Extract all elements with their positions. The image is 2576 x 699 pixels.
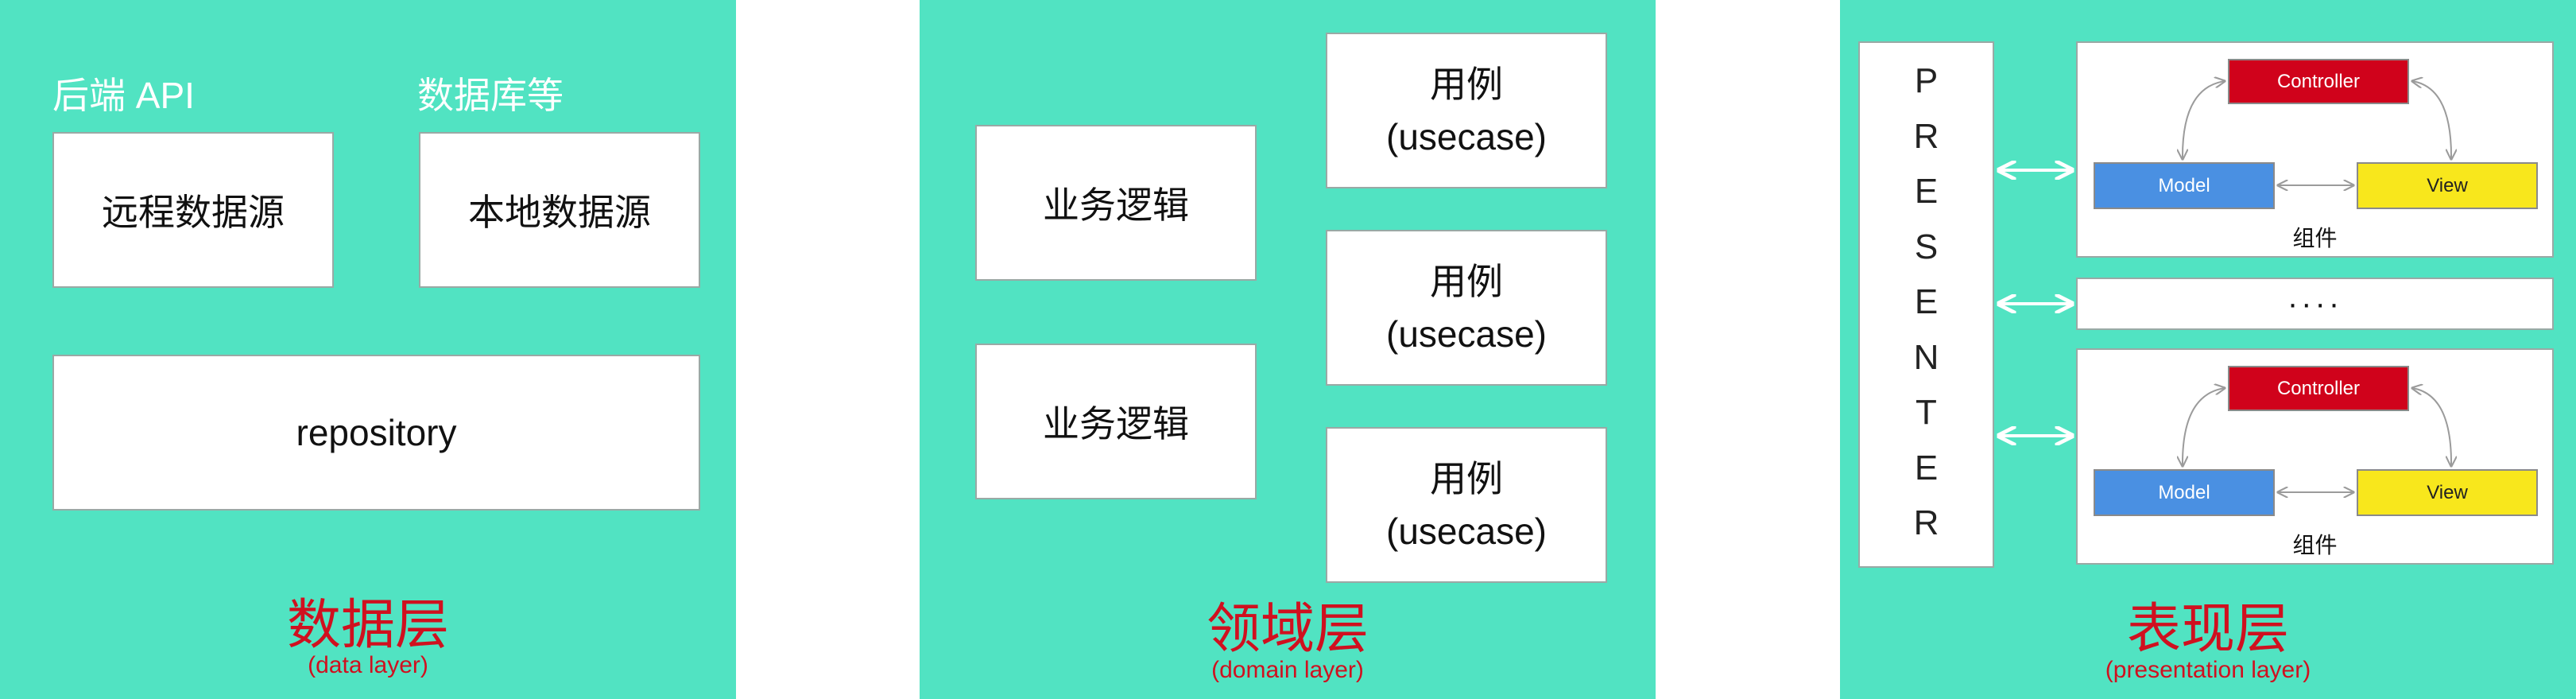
domain-layer-title: 领域层	[1206, 599, 1369, 659]
presentation-layer-subtitle: (presentation layer)	[2105, 657, 2311, 683]
domain-layer-panel: 业务逻辑 业务逻辑 用例 (usecase) 用例 (usecase) 用例 (…	[920, 0, 1656, 699]
local-source-label: 数据库等	[417, 75, 564, 116]
business-logic-box: 业务逻辑	[975, 125, 1257, 281]
presentation-layer-title: 表现层	[2126, 599, 2289, 659]
usecase-box: 用例 (usecase)	[1326, 427, 1607, 583]
data-layer-subtitle: (data layer)	[308, 652, 428, 678]
usecase-title: 用例	[1430, 64, 1503, 105]
local-data-source-text: 本地数据源	[468, 192, 651, 233]
remote-source-label: 后端 API	[52, 75, 195, 116]
usecase-box: 用例 (usecase)	[1326, 33, 1607, 188]
controller-model-arrow	[2183, 388, 2225, 466]
business-logic-box: 业务逻辑	[975, 344, 1257, 499]
usecase-subtitle: (usecase)	[1386, 313, 1547, 355]
usecase-title: 用例	[1430, 458, 1503, 499]
controller-view-arrow	[2412, 388, 2451, 466]
business-logic-text: 业务逻辑	[1043, 403, 1189, 445]
data-layer-panel: 后端 API 数据库等 远程数据源 本地数据源 repository 数据层 (…	[0, 0, 736, 699]
local-data-source-box: 本地数据源	[419, 132, 700, 288]
remote-data-source-text: 远程数据源	[102, 192, 285, 233]
controller-model-arrow	[2183, 81, 2225, 159]
business-logic-text: 业务逻辑	[1043, 184, 1189, 226]
controller-view-arrow	[2412, 81, 2451, 159]
usecase-subtitle: (usecase)	[1386, 511, 1547, 552]
domain-layer-subtitle: (domain layer)	[1211, 657, 1364, 683]
remote-data-source-box: 远程数据源	[52, 132, 334, 288]
usecase-subtitle: (usecase)	[1386, 116, 1547, 157]
repository-text: repository	[296, 412, 457, 453]
presentation-layer-panel: P R E S E N T E R ···· Controller Model …	[1840, 0, 2576, 699]
usecase-box: 用例 (usecase)	[1326, 230, 1607, 386]
repository-box: repository	[52, 355, 700, 511]
data-layer-title: 数据层	[286, 595, 449, 655]
usecase-title: 用例	[1430, 261, 1503, 302]
